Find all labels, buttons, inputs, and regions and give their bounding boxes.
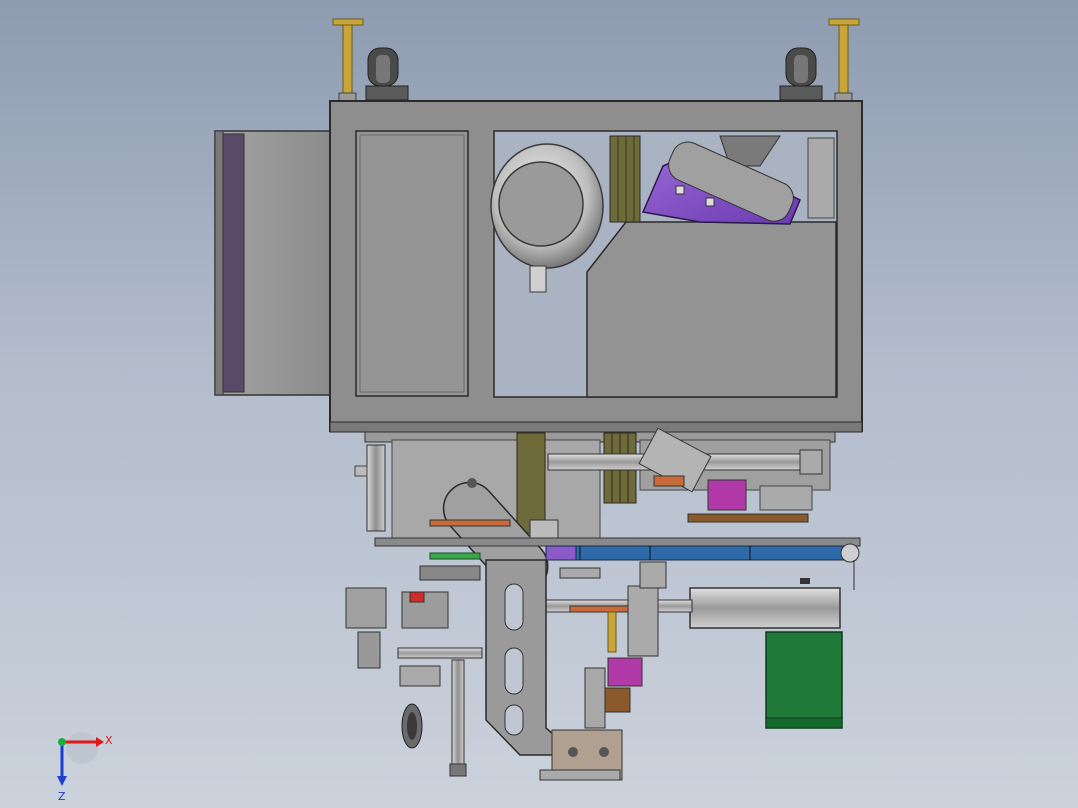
cad-viewport[interactable]: X Z bbox=[0, 0, 1078, 808]
green-guard bbox=[765, 631, 843, 729]
y-axis-dot bbox=[58, 738, 66, 746]
conveyor-rail bbox=[374, 537, 861, 590]
z-axis-head bbox=[57, 776, 67, 786]
caster-wheel-left bbox=[365, 47, 409, 101]
z-axis-label: Z bbox=[58, 790, 66, 803]
mount-plate bbox=[539, 729, 623, 781]
x-axis-head bbox=[96, 737, 104, 747]
caster-wheel-right bbox=[779, 47, 823, 101]
slotted-bracket bbox=[485, 559, 561, 756]
access-panel bbox=[355, 130, 469, 397]
x-axis-label: X bbox=[105, 734, 113, 747]
guide-rod bbox=[449, 659, 467, 777]
leveling-foot-right bbox=[828, 18, 860, 102]
pulley-wheel bbox=[401, 703, 423, 749]
leveling-foot-left bbox=[332, 18, 364, 102]
coordinate-triad: X Z bbox=[57, 732, 113, 803]
vertical-pipe bbox=[354, 444, 386, 532]
side-hopper bbox=[214, 130, 331, 396]
